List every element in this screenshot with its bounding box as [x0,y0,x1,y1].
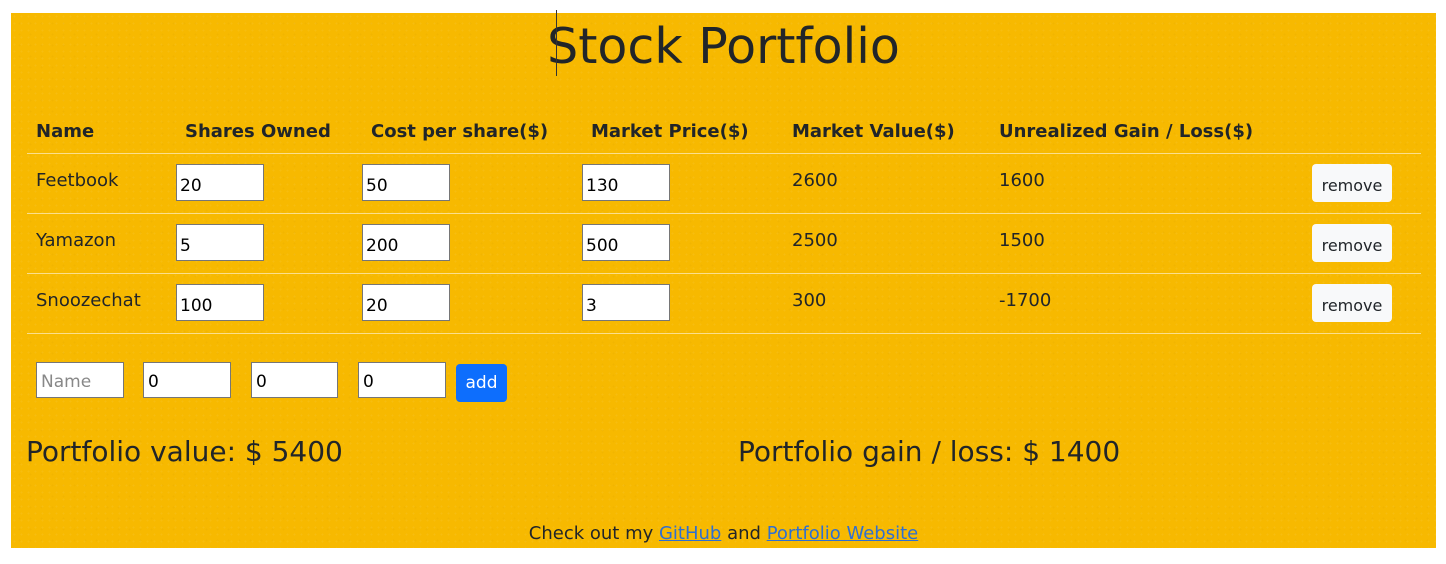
market-price-input[interactable] [582,284,670,321]
table-row: Yamazon 2500 1500 remove [27,213,1421,274]
shares-cell [176,273,362,334]
column-header-actions [1300,109,1421,154]
actions-cell: remove [1300,213,1421,274]
remove-button[interactable]: remove [1312,224,1392,262]
shares-cell [176,153,362,214]
price-cell [582,273,783,334]
portfolio-website-link[interactable]: Portfolio Website [767,523,919,544]
table-header-row: Name Shares Owned Cost per share($) Mark… [27,109,1421,154]
page-background: Stock Portfolio Name Shares Owned Cost p… [11,10,1436,548]
cost-cell [362,213,582,274]
new-name-input[interactable] [36,362,124,398]
new-shares-input[interactable] [143,362,231,398]
column-header-shares: Shares Owned [176,109,362,154]
table-row: Snoozechat 300 -1700 remove [27,273,1421,334]
cost-input[interactable] [362,164,450,201]
unrealized-gain: 1600 [990,153,1300,214]
cost-input[interactable] [362,284,450,321]
price-cell [582,153,783,214]
market-value: 2600 [783,153,990,214]
market-value: 2500 [783,213,990,274]
cost-input[interactable] [362,224,450,261]
shares-cell [176,213,362,274]
column-header-gain-loss: Unrealized Gain / Loss($) [990,109,1300,154]
text-cursor [556,10,557,76]
column-header-cost: Cost per share($) [362,109,582,154]
market-price-input[interactable] [582,164,670,201]
unrealized-gain: 1500 [990,213,1300,274]
page-title: Stock Portfolio [547,18,900,75]
price-cell [582,213,783,274]
stock-name: Yamazon [27,213,176,274]
shares-input[interactable] [176,284,264,321]
shares-input[interactable] [176,164,264,201]
unrealized-gain: -1700 [990,273,1300,334]
column-header-name: Name [27,109,176,154]
actions-cell: remove [1300,273,1421,334]
column-header-market-price: Market Price($) [582,109,783,154]
footer-middle-text: and [721,523,767,544]
new-cost-input[interactable] [251,362,338,398]
actions-cell: remove [1300,153,1421,214]
shares-input[interactable] [176,224,264,261]
cost-cell [362,273,582,334]
stock-name: Snoozechat [27,273,176,334]
footer: Check out my GitHub and Portfolio Websit… [11,521,1436,547]
cost-cell [362,153,582,214]
portfolio-gain-loss: Portfolio gain / loss: $ 1400 [738,435,1121,468]
remove-button[interactable]: remove [1312,284,1392,322]
market-value: 300 [783,273,990,334]
portfolio-value: Portfolio value: $ 5400 [26,435,343,468]
table-row: Feetbook 2600 1600 remove [27,153,1421,214]
github-link[interactable]: GitHub [659,523,721,544]
add-button[interactable]: add [456,364,507,402]
portfolio-table: Name Shares Owned Cost per share($) Mark… [27,109,1421,334]
column-header-market-value: Market Value($) [783,109,990,154]
stock-name: Feetbook [27,153,176,214]
remove-button[interactable]: remove [1312,164,1392,202]
new-price-input[interactable] [358,362,446,398]
market-price-input[interactable] [582,224,670,261]
footer-prefix-text: Check out my [528,523,659,544]
